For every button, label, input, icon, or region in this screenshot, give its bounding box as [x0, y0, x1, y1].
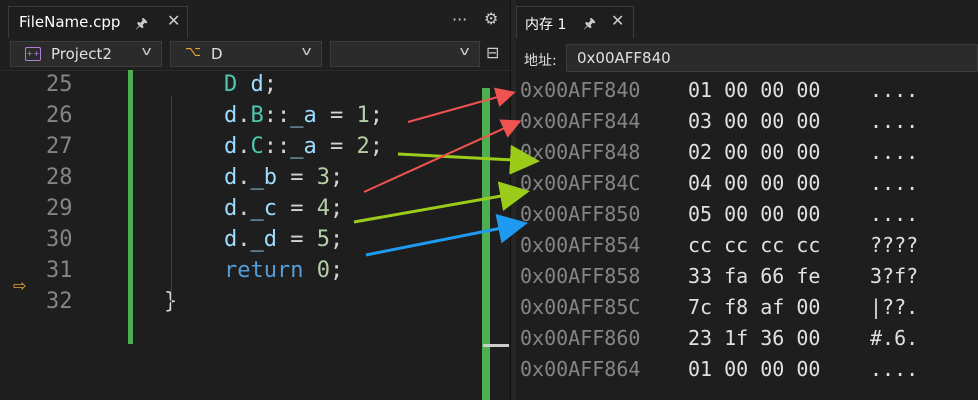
memory-address: 0x00AFF85C [520, 295, 641, 319]
code-text: d.B::_a = 1; [224, 103, 383, 128]
project-dropdown[interactable]: ++ Project2 v [10, 41, 162, 67]
highlight-bar [482, 88, 490, 400]
code-area[interactable]: 25 D d;26 d.B::_a = 1;27 d.C::_a = 2;28 d._b… [0, 70, 510, 400]
indent-guide [171, 96, 172, 311]
class-label: D [211, 45, 223, 63]
gear-icon[interactable]: ⚙ [484, 9, 498, 28]
address-bar: 地址: 0x00AFF840 [516, 40, 978, 76]
code-editor-pane: FileName.cpp 🖈︎ ✕ ··· ⚙ ++ Project2 v ⌥ … [0, 0, 510, 400]
current-line-arrow-icon: ⇨ [13, 276, 27, 295]
class-icon: ⌥ [185, 44, 202, 60]
editor-tab-strip: FileName.cpp 🖈︎ ✕ ··· ⚙ [0, 0, 510, 38]
memory-bytes: 03 00 00 00 [688, 109, 821, 133]
memory-bytes: 02 00 00 00 [688, 140, 821, 164]
line-number: 27 [46, 134, 73, 159]
memory-ascii: .... [870, 357, 919, 381]
memory-bytes: 05 00 00 00 [688, 202, 821, 226]
change-indicator-bar [128, 70, 133, 344]
memory-ascii: #.6. [870, 326, 919, 350]
member-dropdown[interactable]: v [330, 41, 480, 67]
line-number: 30 [46, 227, 73, 252]
chevron-down-icon: v [301, 44, 312, 58]
memory-ascii: .... [870, 171, 919, 195]
address-input[interactable]: 0x00AFF840 [566, 44, 978, 72]
chevron-down-icon: v [459, 44, 470, 58]
scroll-position-marker [483, 344, 509, 347]
code-text: d._b = 3; [224, 165, 344, 190]
more-options-icon[interactable]: ··· [452, 10, 467, 29]
memory-ascii: .... [870, 202, 919, 226]
tab-title: 内存 1 [525, 17, 567, 33]
memory-ascii: .... [870, 140, 919, 164]
code-text: d._c = 4; [224, 196, 344, 221]
class-dropdown[interactable]: ⌥ D v [170, 41, 322, 67]
memory-address: 0x00AFF850 [520, 202, 641, 226]
memory-address: 0x00AFF848 [520, 140, 641, 164]
close-icon[interactable]: ✕ [167, 11, 180, 30]
memory-bytes: 7c f8 af 00 [688, 295, 821, 319]
memory-bytes: 23 1f 36 00 [688, 326, 821, 350]
chevron-down-icon: v [141, 44, 152, 58]
memory-window: 内存 1 🖈︎ ✕ 地址: 0x00AFF840 0x00AFF840 01 00… [516, 0, 978, 400]
address-value: 0x00AFF840 [577, 49, 671, 67]
line-number: 25 [46, 72, 73, 97]
memory-address: 0x00AFF854 [520, 233, 641, 257]
memory-bytes: cc cc cc cc [688, 233, 821, 257]
memory-ascii: .... [870, 109, 919, 133]
memory-address: 0x00AFF840 [520, 78, 641, 102]
memory-bytes: 01 00 00 00 [688, 357, 821, 381]
address-label: 地址: [524, 53, 557, 69]
project-icon: ++ [25, 47, 41, 61]
memory-address: 0x00AFF84C [520, 171, 641, 195]
code-text: return 0; [224, 258, 344, 283]
memory-bytes: 33 fa 66 fe [688, 264, 821, 288]
pin-icon[interactable]: 🖈︎ [583, 13, 596, 37]
memory-address: 0x00AFF844 [520, 109, 641, 133]
tab-filename-cpp[interactable]: FileName.cpp 🖈︎ ✕ [8, 6, 188, 38]
memory-address: 0x00AFF864 [520, 357, 641, 381]
memory-bytes: 01 00 00 00 [688, 78, 821, 102]
code-text: D d; [224, 72, 277, 97]
line-number: 29 [46, 196, 73, 221]
memory-ascii: ???? [870, 233, 919, 257]
split-view-icon[interactable]: ⊟ [486, 43, 499, 62]
memory-address: 0x00AFF858 [520, 264, 641, 288]
line-number: 28 [46, 165, 73, 190]
code-text: d.C::_a = 2; [224, 134, 383, 159]
memory-ascii: .... [870, 78, 919, 102]
navigation-bar: ++ Project2 v ⌥ D v v ⊟ [0, 38, 510, 71]
memory-address: 0x00AFF860 [520, 326, 641, 350]
close-icon[interactable]: ✕ [611, 11, 624, 30]
memory-bytes: 04 00 00 00 [688, 171, 821, 195]
pin-icon[interactable]: 🖈︎ [135, 13, 148, 37]
line-number: 32 [46, 289, 73, 314]
tab-memory-1[interactable]: 内存 1 🖈︎ ✕ [516, 6, 634, 38]
memory-ascii: 3?f? [870, 264, 919, 288]
line-number: 31 [46, 258, 73, 283]
code-text: d._d = 5; [224, 227, 344, 252]
memory-rows[interactable]: 0x00AFF840 01 00 00 00.... 0x00AFF844 03 00… [516, 76, 978, 400]
line-number: 26 [46, 103, 73, 128]
memory-ascii: |??. [870, 295, 919, 319]
tab-title: FileName.cpp [19, 13, 121, 31]
project-label: Project2 [51, 45, 112, 63]
